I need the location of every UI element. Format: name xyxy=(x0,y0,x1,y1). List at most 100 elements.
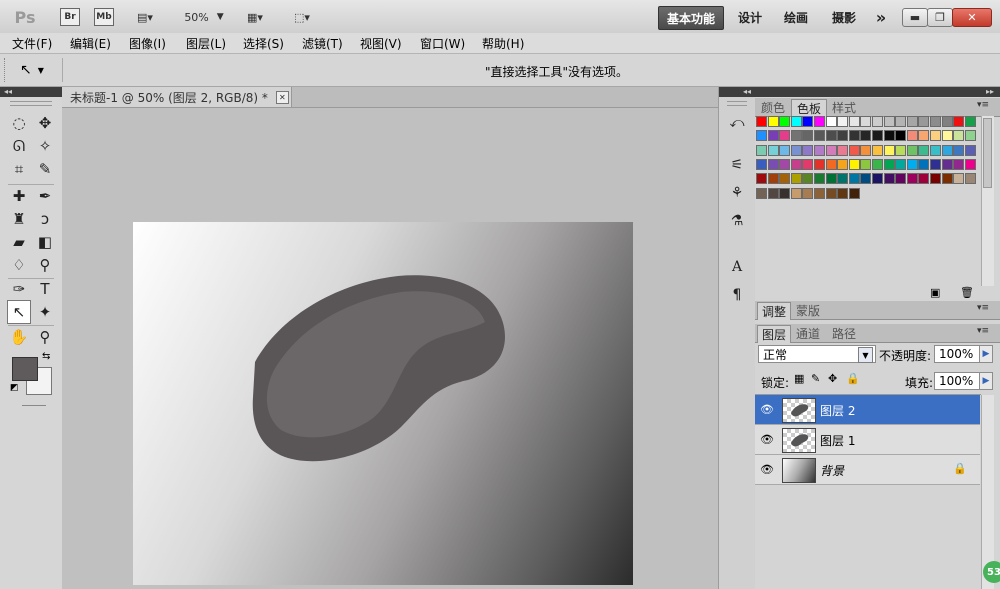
color-swatch[interactable] xyxy=(848,187,860,199)
workspace-design-button[interactable]: 设计 xyxy=(732,6,768,28)
close-window-button[interactable]: ✕ xyxy=(952,8,992,27)
color-swatch[interactable] xyxy=(848,130,860,142)
color-swatch[interactable] xyxy=(825,173,837,185)
color-swatch[interactable] xyxy=(756,144,767,156)
color-swatch[interactable] xyxy=(883,116,895,127)
color-swatch[interactable] xyxy=(814,158,825,170)
menu-file[interactable]: 文件(F) xyxy=(12,35,52,52)
color-swatch[interactable] xyxy=(756,158,767,170)
color-swatch[interactable] xyxy=(918,116,930,127)
color-swatch[interactable] xyxy=(848,158,860,170)
pen-tool-icon[interactable]: ✑ xyxy=(8,278,30,300)
color-swatch[interactable] xyxy=(930,158,941,170)
tab-masks[interactable]: 蒙版 xyxy=(791,302,825,319)
delete-swatch-icon[interactable]: 🗑 xyxy=(960,286,974,299)
color-swatch[interactable] xyxy=(814,187,825,199)
close-document-icon[interactable]: ✕ xyxy=(275,90,289,104)
tab-layers[interactable]: 图层 xyxy=(757,325,791,343)
layer-name[interactable]: 图层 1 xyxy=(820,432,855,449)
minimize-button[interactable]: ▬ xyxy=(902,8,928,27)
color-swatch[interactable] xyxy=(779,173,791,185)
color-swatch[interactable] xyxy=(802,130,814,142)
layer-name[interactable]: 图层 2 xyxy=(820,402,855,419)
color-swatch[interactable] xyxy=(825,187,837,199)
lock-position-icon[interactable]: ✥ xyxy=(828,372,837,385)
mini-bridge-button[interactable]: Mb xyxy=(94,8,114,26)
document-canvas[interactable] xyxy=(133,222,633,585)
panels-collapse-button[interactable]: ▸▸ xyxy=(755,87,1000,97)
layer-row[interactable]: 👁 背景 🔒 xyxy=(755,455,980,485)
color-swatch[interactable] xyxy=(964,158,976,170)
color-swatch[interactable] xyxy=(814,116,825,127)
color-swatch[interactable] xyxy=(790,173,802,185)
color-swatch[interactable] xyxy=(918,144,930,156)
color-swatch[interactable] xyxy=(779,144,791,156)
layer-row[interactable]: 👁 图层 1 xyxy=(755,425,980,455)
color-swatch[interactable] xyxy=(930,116,941,127)
crop-tool-icon[interactable]: ⌗ xyxy=(8,158,30,180)
color-swatch[interactable] xyxy=(825,130,837,142)
color-swatch[interactable] xyxy=(964,130,976,142)
color-swatch[interactable] xyxy=(814,130,825,142)
visibility-eye-icon[interactable]: 👁 xyxy=(758,460,776,478)
color-swatch[interactable] xyxy=(802,144,814,156)
layer-name[interactable]: 背景 xyxy=(820,462,844,479)
color-swatch[interactable] xyxy=(895,116,907,127)
color-swatch[interactable] xyxy=(860,130,872,142)
color-swatch[interactable] xyxy=(779,130,791,142)
color-swatch[interactable] xyxy=(767,116,779,127)
bridge-button[interactable]: Br xyxy=(60,8,80,26)
healing-brush-tool-icon[interactable]: ✚ xyxy=(8,185,30,207)
color-swatch[interactable] xyxy=(790,158,802,170)
color-swatch[interactable] xyxy=(964,144,976,156)
color-swatch[interactable] xyxy=(941,173,953,185)
gradient-tool-icon[interactable]: ◧ xyxy=(34,231,56,253)
lock-transparency-icon[interactable]: ▦ xyxy=(794,372,804,385)
color-swatch[interactable] xyxy=(825,144,837,156)
color-swatch[interactable] xyxy=(872,144,883,156)
new-swatch-icon[interactable]: ▣ xyxy=(930,286,940,299)
tab-paths[interactable]: 路径 xyxy=(827,325,861,342)
swatch-scrollbar[interactable] xyxy=(981,116,994,286)
color-swatch[interactable] xyxy=(790,187,802,199)
color-swatch[interactable] xyxy=(825,116,837,127)
dock-grip[interactable] xyxy=(727,101,747,106)
color-swatch[interactable] xyxy=(767,173,779,185)
color-swatch[interactable] xyxy=(953,130,965,142)
color-swatch[interactable] xyxy=(848,173,860,185)
opacity-slider-button[interactable]: ▶ xyxy=(979,345,993,363)
color-swatch[interactable] xyxy=(918,158,930,170)
zoom-tool-icon[interactable]: ⚲ xyxy=(34,326,56,348)
direct-selection-tool-icon[interactable]: ↖ xyxy=(7,300,31,324)
tab-swatches[interactable]: 色板 xyxy=(791,99,827,117)
color-swatch[interactable] xyxy=(779,116,791,127)
color-swatch[interactable] xyxy=(906,158,918,170)
color-swatch[interactable] xyxy=(860,173,872,185)
brush-tool-icon[interactable]: ✒ xyxy=(34,185,56,207)
restore-button[interactable]: ❐ xyxy=(927,8,953,27)
color-swatch[interactable] xyxy=(802,173,814,185)
color-swatch[interactable] xyxy=(895,158,907,170)
quick-mask-button[interactable] xyxy=(22,405,46,410)
brush-panel-icon[interactable]: ⚘ xyxy=(727,183,747,203)
color-swatch[interactable] xyxy=(756,173,767,185)
history-panel-icon[interactable]: ⤺ xyxy=(727,113,747,133)
menu-image[interactable]: 图像(I) xyxy=(129,35,166,52)
color-swatch[interactable] xyxy=(756,187,767,199)
color-swatch[interactable] xyxy=(906,130,918,142)
color-swatch[interactable] xyxy=(872,173,883,185)
quick-selection-tool-icon[interactable]: ✧ xyxy=(34,135,56,157)
color-swatch[interactable] xyxy=(767,187,779,199)
fill-slider-button[interactable]: ▶ xyxy=(979,372,993,390)
color-swatch[interactable] xyxy=(918,130,930,142)
color-swatch[interactable] xyxy=(756,116,767,127)
color-swatch[interactable] xyxy=(872,116,883,127)
notification-badge[interactable]: 53 xyxy=(983,561,1000,583)
foreground-color-fill[interactable] xyxy=(12,357,38,381)
color-swatch[interactable] xyxy=(837,130,849,142)
zoom-level-dropdown[interactable]: 50% ▼ xyxy=(180,8,228,26)
tab-channels[interactable]: 通道 xyxy=(791,325,825,342)
blur-tool-icon[interactable]: ♢ xyxy=(8,254,30,276)
color-swatch[interactable] xyxy=(790,144,802,156)
history-brush-tool-icon[interactable]: ↄ xyxy=(34,208,56,230)
